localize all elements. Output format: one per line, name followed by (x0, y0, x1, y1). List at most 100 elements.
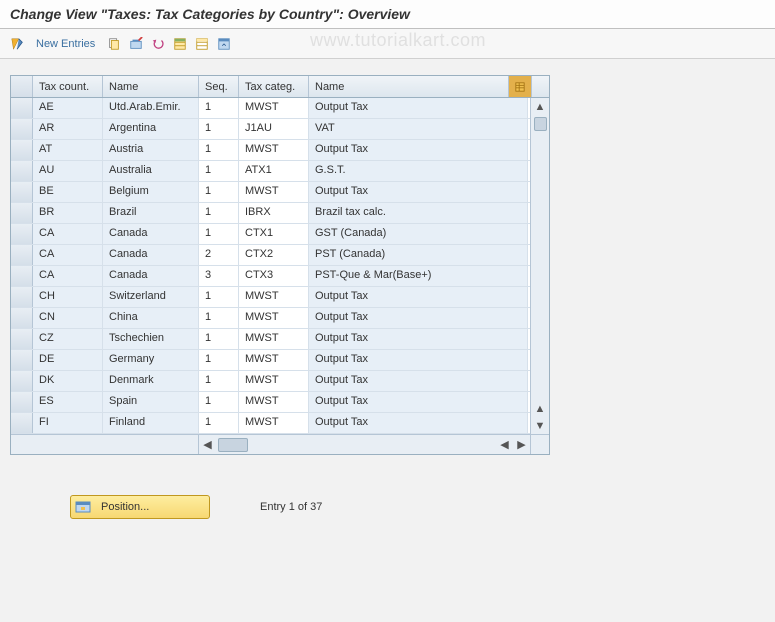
cell-categ[interactable]: CTX2 (239, 245, 309, 265)
cell-categ[interactable]: MWST (239, 98, 309, 118)
cell-country[interactable]: FI (33, 413, 103, 433)
config-icon[interactable] (215, 35, 233, 53)
cell-categ[interactable]: MWST (239, 350, 309, 370)
cell-name2: VAT (309, 119, 528, 139)
horizontal-scrollbar[interactable]: ◀ ◀ ▶ (11, 434, 549, 454)
cell-country[interactable]: BR (33, 203, 103, 223)
hscroll-thumb[interactable] (218, 438, 248, 452)
cell-country[interactable]: CN (33, 308, 103, 328)
grid-config-icon[interactable] (509, 76, 532, 97)
cell-seq[interactable]: 1 (199, 203, 239, 223)
position-button[interactable]: Position... (70, 495, 210, 519)
cell-country[interactable]: AR (33, 119, 103, 139)
cell-seq[interactable]: 1 (199, 182, 239, 202)
cell-country[interactable]: DK (33, 371, 103, 391)
cell-name2: GST (Canada) (309, 224, 528, 244)
cell-name1: Tschechien (103, 329, 199, 349)
cell-seq[interactable]: 1 (199, 119, 239, 139)
row-selector[interactable] (11, 287, 33, 307)
cell-seq[interactable]: 1 (199, 140, 239, 160)
cell-seq[interactable]: 1 (199, 371, 239, 391)
row-selector[interactable] (11, 245, 33, 265)
cell-name2: Output Tax (309, 392, 528, 412)
cell-categ[interactable]: MWST (239, 413, 309, 433)
cell-seq[interactable]: 1 (199, 98, 239, 118)
row-selector[interactable] (11, 224, 33, 244)
cell-categ[interactable]: MWST (239, 392, 309, 412)
scroll-left2-icon[interactable]: ◀ (496, 436, 513, 454)
cell-name1: Spain (103, 392, 199, 412)
scroll-down-icon[interactable]: ▼ (532, 417, 549, 434)
cell-seq[interactable]: 3 (199, 266, 239, 286)
cell-categ[interactable]: J1AU (239, 119, 309, 139)
cell-country[interactable]: CA (33, 224, 103, 244)
row-selector[interactable] (11, 329, 33, 349)
row-selector[interactable] (11, 413, 33, 433)
cell-categ[interactable]: MWST (239, 140, 309, 160)
row-selector[interactable] (11, 182, 33, 202)
row-selector-header[interactable] (11, 76, 33, 97)
col-header-seq[interactable]: Seq. (199, 76, 239, 97)
cell-country[interactable]: CA (33, 266, 103, 286)
new-entries-button[interactable]: New Entries (30, 38, 101, 50)
cell-categ[interactable]: MWST (239, 329, 309, 349)
cell-country[interactable]: AT (33, 140, 103, 160)
cell-categ[interactable]: CTX3 (239, 266, 309, 286)
cell-name1: Germany (103, 350, 199, 370)
row-selector[interactable] (11, 392, 33, 412)
scroll-thumb[interactable] (534, 117, 547, 131)
cell-name2: Output Tax (309, 287, 528, 307)
cell-seq[interactable]: 1 (199, 413, 239, 433)
copy-icon[interactable] (105, 35, 123, 53)
delete-icon[interactable] (127, 35, 145, 53)
cell-categ[interactable]: CTX1 (239, 224, 309, 244)
cell-seq[interactable]: 1 (199, 287, 239, 307)
row-selector[interactable] (11, 308, 33, 328)
cell-seq[interactable]: 1 (199, 224, 239, 244)
cell-country[interactable]: CH (33, 287, 103, 307)
cell-country[interactable]: BE (33, 182, 103, 202)
scroll-left-icon[interactable]: ◀ (199, 436, 216, 454)
cell-categ[interactable]: ATX1 (239, 161, 309, 181)
row-selector[interactable] (11, 203, 33, 223)
scroll-up2-icon[interactable]: ▲ (532, 400, 549, 417)
row-selector[interactable] (11, 161, 33, 181)
row-selector[interactable] (11, 140, 33, 160)
undo-icon[interactable] (149, 35, 167, 53)
cell-country[interactable]: AE (33, 98, 103, 118)
data-grid: Tax count. Name Seq. Tax categ. Name AEU… (10, 75, 550, 455)
col-header-name1[interactable]: Name (103, 76, 199, 97)
cell-seq[interactable]: 1 (199, 350, 239, 370)
toggle-icon[interactable] (8, 35, 26, 53)
cell-seq[interactable]: 1 (199, 161, 239, 181)
scroll-right-icon[interactable]: ▶ (513, 436, 530, 454)
cell-categ[interactable]: IBRX (239, 203, 309, 223)
cell-categ[interactable]: MWST (239, 371, 309, 391)
cell-country[interactable]: CA (33, 245, 103, 265)
row-selector[interactable] (11, 266, 33, 286)
scroll-up-icon[interactable]: ▲ (532, 98, 549, 115)
cell-seq[interactable]: 1 (199, 392, 239, 412)
row-selector[interactable] (11, 371, 33, 391)
cell-country[interactable]: AU (33, 161, 103, 181)
col-header-country[interactable]: Tax count. (33, 76, 103, 97)
cell-categ[interactable]: MWST (239, 182, 309, 202)
row-selector[interactable] (11, 98, 33, 118)
row-selector[interactable] (11, 350, 33, 370)
cell-seq[interactable]: 1 (199, 308, 239, 328)
row-selector[interactable] (11, 119, 33, 139)
cell-name1: Brazil (103, 203, 199, 223)
deselect-all-icon[interactable] (193, 35, 211, 53)
cell-country[interactable]: CZ (33, 329, 103, 349)
col-header-name2[interactable]: Name (309, 76, 509, 97)
cell-country[interactable]: DE (33, 350, 103, 370)
cell-seq[interactable]: 1 (199, 329, 239, 349)
cell-country[interactable]: ES (33, 392, 103, 412)
col-header-categ[interactable]: Tax categ. (239, 76, 309, 97)
cell-categ[interactable]: MWST (239, 308, 309, 328)
cell-categ[interactable]: MWST (239, 287, 309, 307)
vertical-scrollbar[interactable]: ▲ ▲ ▼ (530, 98, 549, 434)
cell-seq[interactable]: 2 (199, 245, 239, 265)
select-all-icon[interactable] (171, 35, 189, 53)
page-title: Change View "Taxes: Tax Categories by Co… (0, 0, 775, 29)
